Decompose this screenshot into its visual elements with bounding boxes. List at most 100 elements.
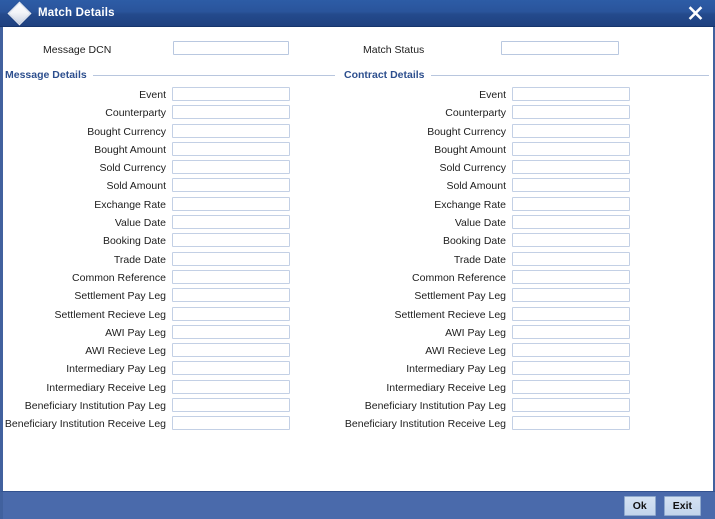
message-settlement-recieve-leg-input[interactable] — [172, 306, 290, 321]
window-titlebar: Match Details — [0, 0, 715, 27]
form-row: Beneficiary Institution Pay Leg — [343, 398, 703, 416]
message-trade-date-label: Trade Date — [113, 253, 166, 266]
section-header-contract-details-label: Contract Details — [344, 69, 425, 81]
form-row: Beneficiary Institution Pay Leg — [3, 398, 343, 416]
message-sold-amount-input[interactable] — [172, 178, 290, 193]
message-common-reference-label: Common Reference — [72, 271, 166, 284]
top-field-row: Message DCN Match Status — [3, 27, 713, 63]
form-row: Sold Amount — [343, 178, 703, 196]
message-exchange-rate-input[interactable] — [172, 196, 290, 211]
contract-awi-pay-leg-label: AWI Pay Leg — [445, 326, 506, 339]
message-awi-pay-leg-label: AWI Pay Leg — [105, 326, 166, 339]
message-counterparty-input[interactable] — [172, 105, 290, 120]
contract-settlement-recieve-leg-input[interactable] — [512, 306, 630, 321]
message-common-reference-input[interactable] — [172, 269, 290, 284]
contract-settlement-recieve-leg-label: Settlement Recieve Leg — [394, 308, 506, 321]
message-dcn-label: Message DCN — [43, 43, 112, 56]
contract-bought-amount-input[interactable] — [512, 141, 630, 156]
section-header-message-details-label: Message Details — [5, 69, 87, 81]
message-sold-amount-label: Sold Amount — [106, 180, 166, 193]
form-row: Trade Date — [3, 251, 343, 270]
contract-intermediary-receive-leg-label: Intermediary Receive Leg — [386, 381, 506, 394]
contract-value-date-label: Value Date — [454, 217, 506, 230]
message-intermediary-receive-leg-label: Intermediary Receive Leg — [46, 381, 166, 394]
form-row: Common Reference — [343, 269, 703, 288]
form-row: Settlement Recieve Leg — [3, 306, 343, 325]
message-event-input[interactable] — [172, 87, 290, 101]
message-awi-pay-leg-input[interactable] — [172, 324, 290, 339]
contract-counterparty-input[interactable] — [512, 105, 630, 120]
contract-beneficiary-institution-receive-leg-input[interactable] — [512, 416, 630, 431]
dialog-content: Message DCN Match Status Message Details… — [0, 27, 715, 491]
section-header-contract-details: Contract Details — [344, 67, 709, 83]
form-row: Beneficiary Institution Receive Leg — [3, 416, 343, 434]
form-row: Intermediary Pay Leg — [3, 361, 343, 379]
contract-trade-date-input[interactable] — [512, 251, 630, 266]
ok-button[interactable]: Ok — [623, 495, 656, 516]
form-row: Settlement Pay Leg — [343, 288, 703, 306]
message-awi-recieve-leg-input[interactable] — [172, 343, 290, 358]
contract-booking-date-label: Booking Date — [442, 235, 506, 248]
contract-sold-amount-input[interactable] — [512, 178, 630, 193]
message-intermediary-receive-leg-input[interactable] — [172, 379, 290, 394]
contract-beneficiary-institution-pay-leg-label: Beneficiary Institution Pay Leg — [364, 400, 506, 413]
contract-settlement-pay-leg-input[interactable] — [512, 288, 630, 303]
contract-intermediary-receive-leg-input[interactable] — [512, 379, 630, 394]
section-divider — [430, 74, 709, 76]
form-row: Counterparty — [343, 105, 703, 123]
exit-button[interactable]: Exit — [663, 495, 701, 516]
contract-awi-pay-leg-input[interactable] — [512, 324, 630, 339]
form-row: AWI Pay Leg — [343, 324, 703, 343]
form-row: Sold Currency — [343, 160, 703, 178]
form-row: Booking Date — [3, 233, 343, 251]
contract-awi-recieve-leg-input[interactable] — [512, 343, 630, 358]
contract-bought-currency-input[interactable] — [512, 123, 630, 138]
form-row: AWI Recieve Leg — [3, 343, 343, 361]
contract-exchange-rate-input[interactable] — [512, 196, 630, 211]
dialog-footer: Ok Exit — [0, 491, 715, 519]
message-value-date-input[interactable] — [172, 215, 290, 230]
match-status-input[interactable] — [501, 41, 619, 55]
contract-intermediary-pay-leg-input[interactable] — [512, 361, 630, 376]
form-row: AWI Recieve Leg — [343, 343, 703, 361]
contract-sold-currency-label: Sold Currency — [439, 162, 506, 175]
message-intermediary-pay-leg-input[interactable] — [172, 361, 290, 376]
message-value-date-label: Value Date — [114, 217, 166, 230]
message-counterparty-label: Counterparty — [105, 107, 166, 120]
form-row: Bought Currency — [343, 123, 703, 142]
form-row: AWI Pay Leg — [3, 324, 343, 343]
form-row: Bought Amount — [3, 141, 343, 160]
message-dcn-input[interactable] — [173, 41, 289, 55]
contract-bought-currency-label: Bought Currency — [427, 125, 506, 138]
form-row: Intermediary Receive Leg — [3, 379, 343, 398]
message-sold-currency-label: Sold Currency — [99, 162, 166, 175]
message-settlement-pay-leg-input[interactable] — [172, 288, 290, 303]
contract-trade-date-label: Trade Date — [453, 253, 506, 266]
message-sold-currency-input[interactable] — [172, 160, 290, 175]
message-beneficiary-institution-pay-leg-input[interactable] — [172, 398, 290, 413]
form-row: Counterparty — [3, 105, 343, 123]
message-beneficiary-institution-receive-leg-input[interactable] — [172, 416, 290, 431]
contract-common-reference-input[interactable] — [512, 269, 630, 284]
message-bought-amount-input[interactable] — [172, 141, 290, 156]
message-beneficiary-institution-pay-leg-label: Beneficiary Institution Pay Leg — [24, 400, 166, 413]
form-row: Settlement Pay Leg — [3, 288, 343, 306]
form-row: Settlement Recieve Leg — [343, 306, 703, 325]
form-row: Common Reference — [3, 269, 343, 288]
message-bought-currency-input[interactable] — [172, 123, 290, 138]
form-row: Value Date — [3, 215, 343, 233]
contract-booking-date-input[interactable] — [512, 233, 630, 248]
message-booking-date-input[interactable] — [172, 233, 290, 248]
close-icon[interactable] — [684, 2, 706, 24]
match-status-label: Match Status — [363, 43, 425, 56]
contract-sold-currency-input[interactable] — [512, 160, 630, 175]
message-exchange-rate-label: Exchange Rate — [94, 198, 166, 211]
message-trade-date-input[interactable] — [172, 251, 290, 266]
contract-beneficiary-institution-pay-leg-input[interactable] — [512, 398, 630, 413]
form-row: Intermediary Pay Leg — [343, 361, 703, 379]
form-row: Booking Date — [343, 233, 703, 251]
contract-event-input[interactable] — [512, 87, 630, 101]
message-intermediary-pay-leg-label: Intermediary Pay Leg — [66, 363, 166, 376]
contract-value-date-input[interactable] — [512, 215, 630, 230]
form-row: Event — [3, 87, 343, 105]
